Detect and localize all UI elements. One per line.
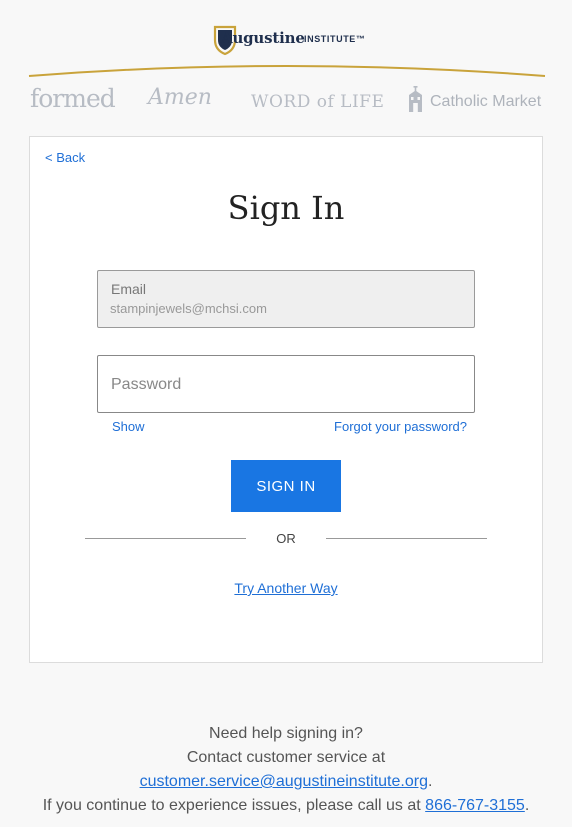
help-line-3: If you continue to experience issues, pl… <box>0 794 572 818</box>
help-call-text: If you continue to experience issues, pl… <box>42 797 421 814</box>
help-line-2: Contact customer service at <box>186 749 386 766</box>
brand-amen[interactable]: Amen <box>148 85 212 110</box>
brand-catholic-market[interactable]: Catholic Market <box>430 93 541 111</box>
brand-formed[interactable]: formed <box>30 84 116 113</box>
email-value: stampinjewels@mchsi.com <box>110 301 267 316</box>
email-field[interactable]: Email stampinjewels@mchsi.com <box>97 270 475 328</box>
forgot-password-link[interactable]: Forgot your password? <box>334 419 467 434</box>
brand-word-of-life[interactable]: WORD of LIFE <box>251 92 384 112</box>
logo-name: Augustine <box>221 29 305 47</box>
sign-in-card: < Back Sign In Email stampinjewels@mchsi… <box>29 136 543 663</box>
gold-arc-divider <box>28 65 546 77</box>
help-line-1: Need help signing in? <box>209 725 363 742</box>
logo-sub: INSTITUTE™ <box>304 34 366 44</box>
show-password-link[interactable]: Show <box>112 419 145 434</box>
phone-period: . <box>524 797 530 814</box>
page-title: Sign In <box>227 189 345 227</box>
password-field[interactable]: Password <box>97 355 475 413</box>
try-another-way-link[interactable]: Try Another Way <box>30 580 542 596</box>
email-label: Email <box>111 281 147 297</box>
brand-bar: formed Amen WORD of LIFE Catholic Market <box>30 84 544 116</box>
support-email-link[interactable]: customer.service@augustineinstitute.org <box>140 773 428 790</box>
back-link[interactable]: < Back <box>45 150 85 165</box>
help-section: Need help signing in? Contact customer s… <box>0 722 572 818</box>
divider-right <box>326 538 487 539</box>
augustine-logo[interactable]: Augustine INSTITUTE™ <box>0 22 572 58</box>
password-placeholder: Password <box>111 376 182 393</box>
email-period: . <box>427 773 433 790</box>
church-icon <box>409 86 422 112</box>
help-line-email: customer.service@augustineinstitute.org. <box>0 770 572 794</box>
support-phone-link[interactable]: 866-767-3155 <box>425 797 525 814</box>
sign-in-button[interactable]: SIGN IN <box>231 460 341 512</box>
